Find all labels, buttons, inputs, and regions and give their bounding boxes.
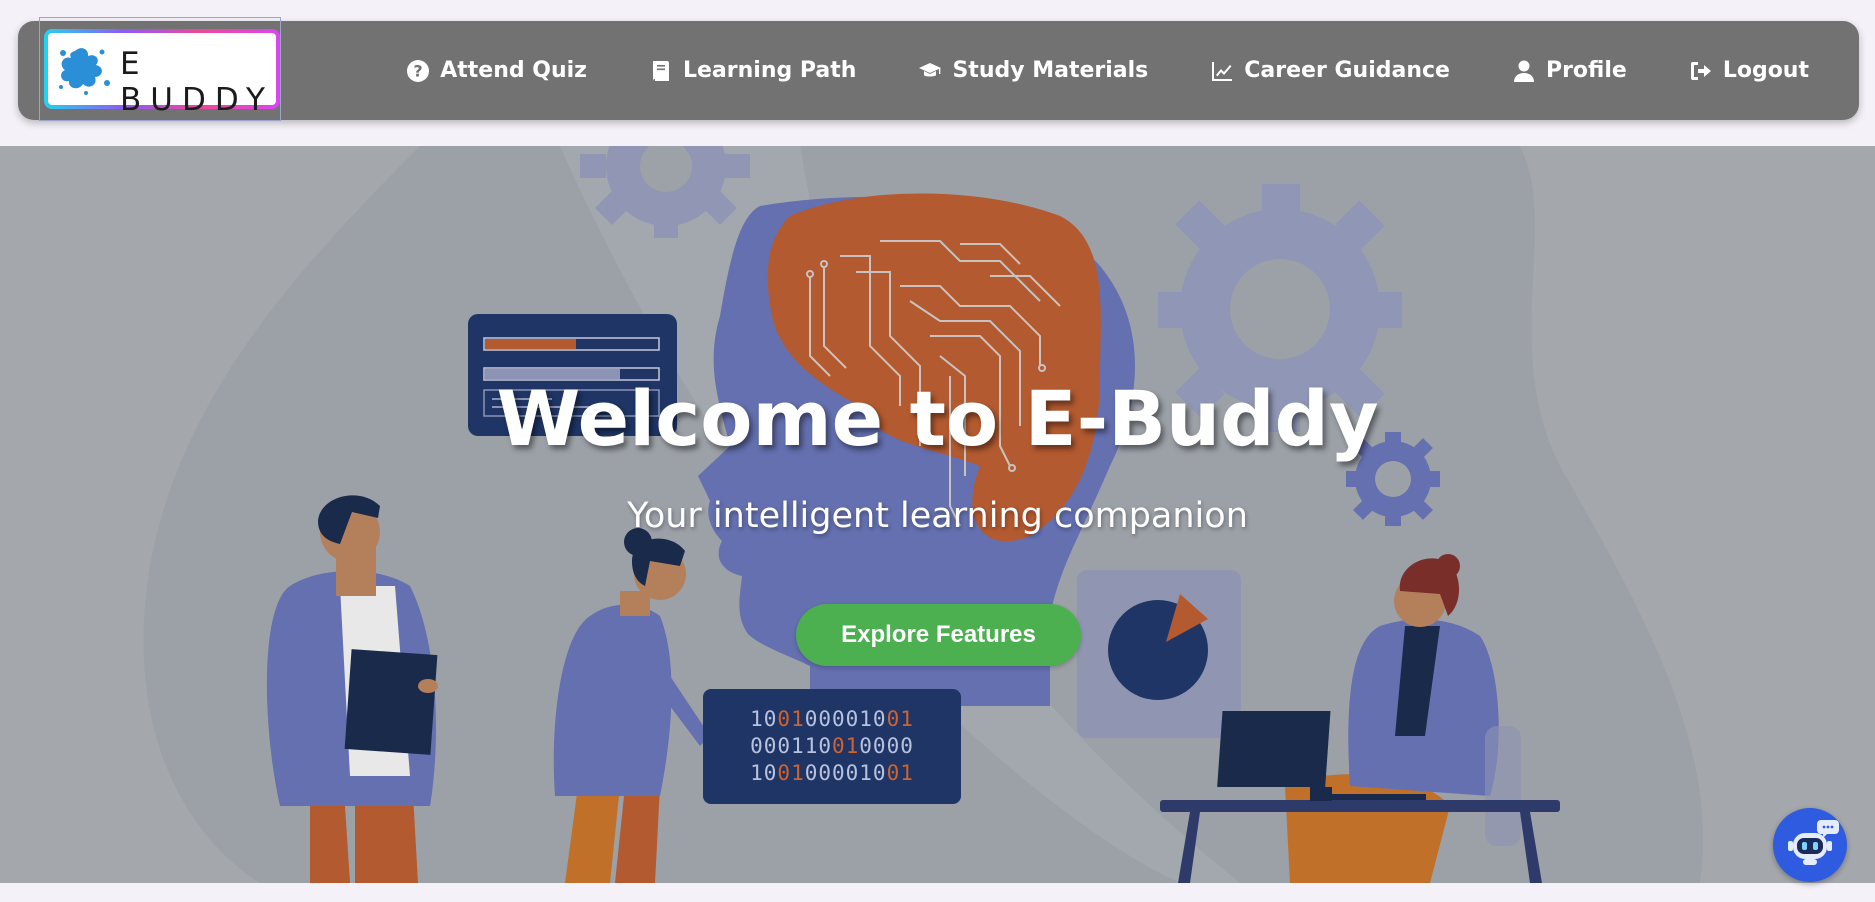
robot-chat-icon — [1788, 820, 1839, 865]
pie-chart-card — [1077, 570, 1241, 738]
line-chart-icon — [1212, 61, 1233, 81]
book-icon — [652, 60, 669, 81]
question-circle-icon: ? — [407, 59, 430, 82]
nav-study-materials[interactable]: Study Materials — [918, 58, 1148, 83]
hero-title: Welcome to E-Buddy — [496, 374, 1379, 463]
graduation-cap-icon — [919, 62, 942, 76]
nav-label: Learning Path — [682, 58, 857, 83]
binary-row: 100100001001 — [750, 761, 914, 785]
nav-label: Career Guidance — [1244, 58, 1450, 83]
hero-section: Welcome to E-Buddy Your intelligent lear… — [0, 146, 1875, 883]
sign-out-icon — [1690, 61, 1711, 80]
binary-row: 100100001001 — [750, 707, 914, 731]
svg-text:?: ? — [414, 61, 423, 80]
nav-label: Profile — [1545, 58, 1627, 83]
user-icon — [1513, 60, 1534, 82]
top-navbar: E BUDDY ? Attend Quiz Learning Path Stud… — [18, 17, 1859, 121]
logo-wordmark: E BUDDY — [120, 46, 274, 118]
nav-attend-quiz[interactable]: ? Attend Quiz — [406, 58, 587, 83]
hero-subtitle: Your intelligent learning companion — [627, 496, 1248, 536]
brand-logo[interactable]: E BUDDY — [44, 29, 280, 118]
nav-label: Logout — [1722, 58, 1809, 83]
explore-features-button[interactable]: Explore Features — [796, 604, 1081, 666]
page-bottom-strip — [0, 883, 1875, 902]
nav-logout[interactable]: Logout — [1689, 58, 1809, 83]
nav-label: Study Materials — [952, 58, 1149, 83]
nav-label: Attend Quiz — [440, 58, 587, 83]
nav-learning-path[interactable]: Learning Path — [649, 58, 856, 83]
nav-profile[interactable]: Profile — [1512, 58, 1627, 83]
binary-row: 000110010000 — [750, 734, 914, 758]
binary-code-panel: 100100001001 000110010000 100100001001 — [703, 689, 961, 804]
main-nav: ? Attend Quiz Learning Path Study Materi… — [344, 21, 1809, 120]
nav-career-guidance[interactable]: Career Guidance — [1210, 58, 1450, 83]
chatbot-button[interactable] — [1773, 808, 1847, 882]
paint-splat-icon — [59, 48, 110, 95]
